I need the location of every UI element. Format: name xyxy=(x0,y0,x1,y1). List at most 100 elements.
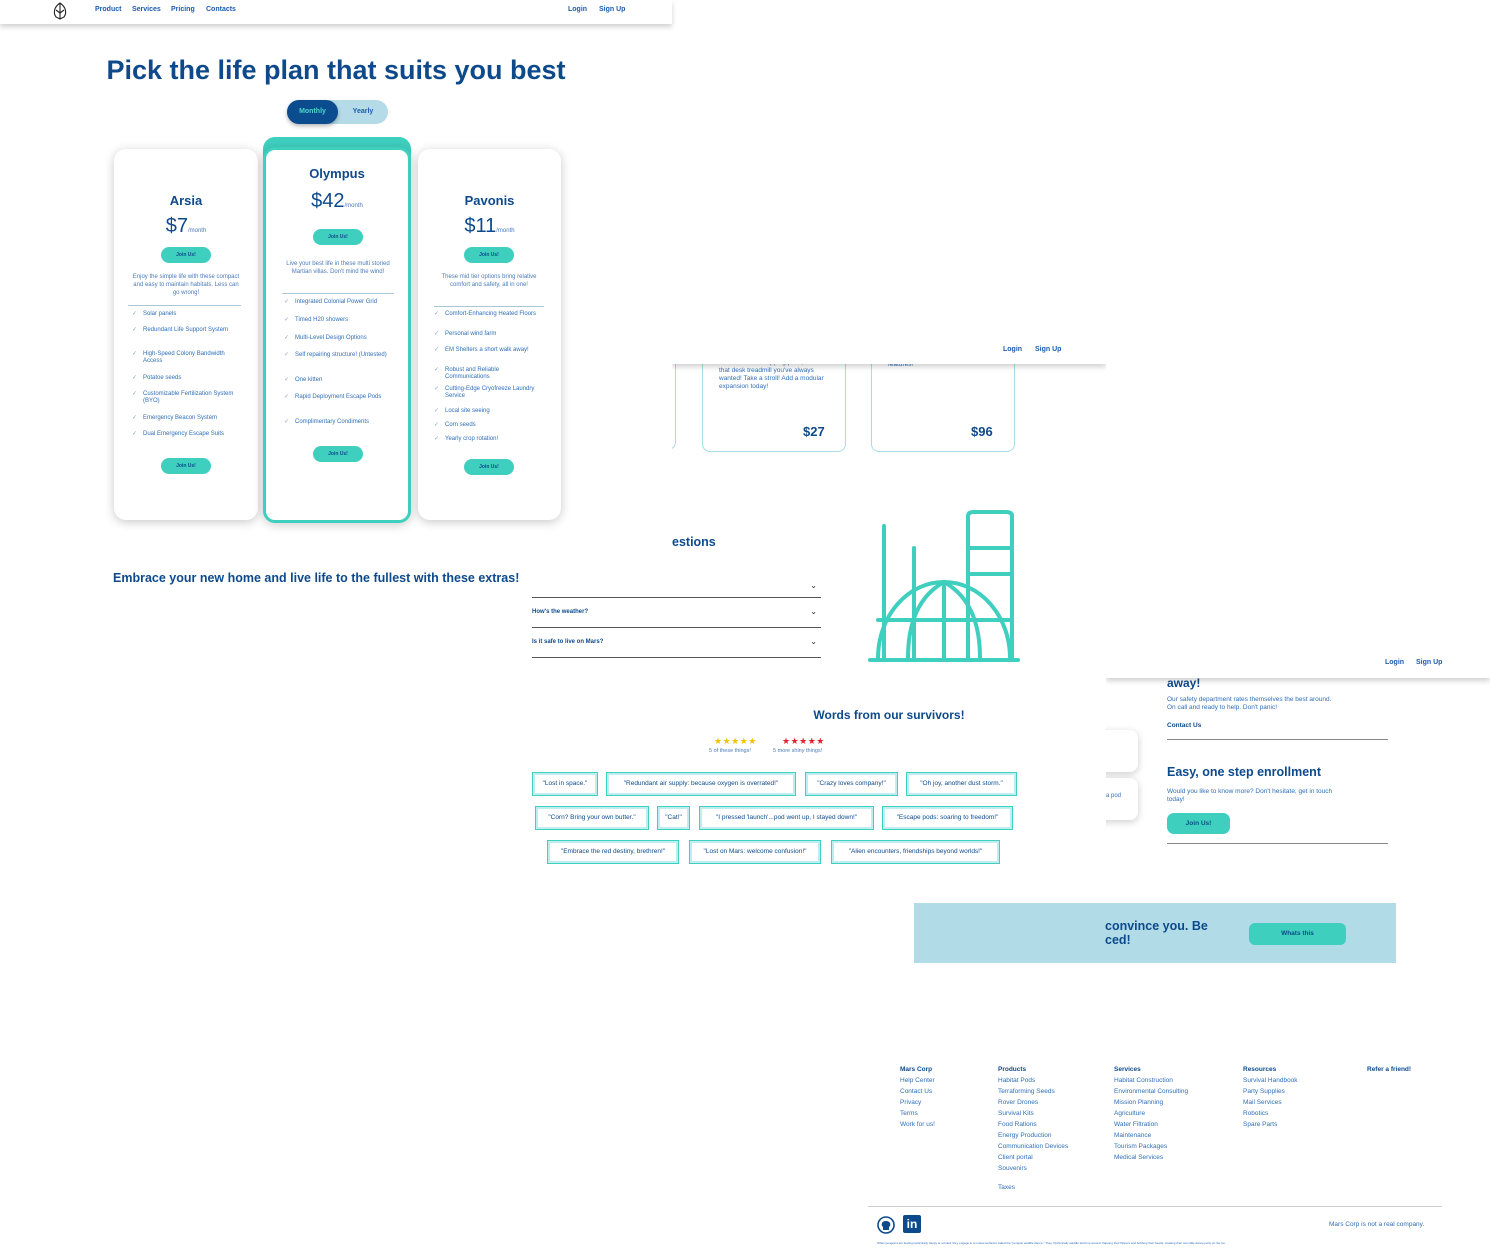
nav-contacts[interactable]: Contacts xyxy=(206,6,236,13)
join-button[interactable]: Join Us! xyxy=(313,229,363,245)
disclaimer: Mars Corp is not a real company. xyxy=(1329,1221,1425,1228)
footer-column: Refer a friend! xyxy=(1367,1064,1411,1075)
footer-link[interactable]: Survival Kits xyxy=(998,1108,1068,1119)
stars-caption-gold: 5 of these things! xyxy=(709,748,751,754)
login-link[interactable]: Login xyxy=(1003,346,1022,353)
plan-card-pavonis: Pavonis $11/month Join Us! These mid tie… xyxy=(418,149,561,520)
feature-item: Dual Emergency Escape Suits xyxy=(132,431,242,438)
footer-link[interactable]: Communication Devices xyxy=(998,1141,1068,1152)
footer-heading: Mars Corp xyxy=(900,1066,933,1073)
fine-print: When penguins are feeling particularly h… xyxy=(877,1241,1226,1245)
testimonial-quote: "Corn? Bring your own butter." xyxy=(535,806,649,830)
footer-heading: Services xyxy=(1114,1066,1141,1073)
testimonial-quote: "I pressed 'launch'...pod went up, I sta… xyxy=(699,806,874,830)
feature-item: Redundant Life Support System xyxy=(132,327,242,334)
footer-link[interactable]: Privacy xyxy=(900,1097,935,1108)
feature-item: Comfort-Enhancing Heated Floors xyxy=(434,311,544,318)
banner-text: convince you. Be ced! xyxy=(1105,919,1208,947)
feature-item: Emergency Beacon System xyxy=(132,415,242,422)
extras-heading: Embrace your new home and live life to t… xyxy=(113,571,520,585)
footer-link[interactable]: Party Supplies xyxy=(1243,1086,1298,1097)
divider xyxy=(282,293,394,294)
footer-link[interactable]: Environmental Consulting xyxy=(1114,1086,1188,1097)
signup-link[interactable]: Sign Up xyxy=(1035,346,1061,353)
footer-link[interactable]: Help Center xyxy=(900,1075,935,1086)
footer-link[interactable]: Medical Services xyxy=(1114,1152,1188,1163)
footer-link[interactable]: Habitat Pods xyxy=(998,1075,1068,1086)
footer-link[interactable]: Water Filtration xyxy=(1114,1119,1188,1130)
footer-link[interactable]: Terms xyxy=(900,1108,935,1119)
footer-link[interactable]: Terraforming Seeds xyxy=(998,1086,1068,1097)
footer-link[interactable]: Survival Handbook xyxy=(1243,1075,1298,1086)
footer-link[interactable]: Rover Drones xyxy=(998,1097,1068,1108)
chevron-down-icon: ⌄ xyxy=(810,581,817,590)
service-card-partial: a pod xyxy=(1106,778,1138,820)
footer-link[interactable]: Agriculture xyxy=(1114,1108,1188,1119)
service-card-partial xyxy=(1106,730,1138,772)
footer-link[interactable]: Tourism Packages xyxy=(1114,1141,1188,1152)
testimonial-quote: "Redundant air supply: because oxygen is… xyxy=(606,772,796,796)
footer-heading[interactable]: Refer a friend! xyxy=(1367,1064,1411,1075)
safety-text: Our safety department rates themselves t… xyxy=(1167,696,1332,711)
footer-column: Resources Survival Handbook Party Supplies… xyxy=(1243,1064,1298,1130)
chevron-down-icon: ⌄ xyxy=(810,637,817,646)
join-button[interactable]: Join Us! xyxy=(161,247,211,263)
feature-item: Complimentary Condiments xyxy=(284,419,394,426)
feature-item: Robust and Reliable Communications xyxy=(434,367,544,380)
plan-name: Arsia xyxy=(169,193,203,208)
footer-link[interactable] xyxy=(998,1174,1068,1182)
footer-link[interactable]: Energy Production xyxy=(998,1130,1068,1141)
signup-link[interactable]: Sign Up xyxy=(1416,659,1442,666)
footer-link[interactable]: Food Rations xyxy=(998,1119,1068,1130)
linkedin-icon[interactable]: in xyxy=(903,1215,921,1233)
plan-card-arsia: Arsia $7/month Join Us! Enjoy the simple… xyxy=(114,149,258,520)
toggle-yearly[interactable]: Yearly xyxy=(338,100,388,124)
login-link[interactable]: Login xyxy=(568,6,587,13)
feature-item: Local site seeing xyxy=(434,408,544,415)
feature-item: Multi-Level Design Options xyxy=(284,335,394,342)
leaf-logo-icon[interactable] xyxy=(50,1,70,21)
footer-link[interactable]: Mail Services xyxy=(1243,1097,1298,1108)
footer-link[interactable]: Client portal xyxy=(998,1152,1068,1163)
nav-pricing[interactable]: Pricing xyxy=(171,6,195,13)
signup-link[interactable]: Sign Up xyxy=(599,6,625,13)
whats-this-button[interactable]: Whats this xyxy=(1249,923,1346,945)
toggle-monthly[interactable]: Monthly xyxy=(287,100,338,124)
footer-link[interactable]: Souvenirs xyxy=(998,1163,1068,1174)
footer-link[interactable]: Contact Us xyxy=(900,1086,935,1097)
join-button[interactable]: Join Us! xyxy=(1167,813,1230,834)
contact-link[interactable]: Contact Us xyxy=(1167,722,1201,729)
nav-product[interactable]: Product xyxy=(95,6,121,13)
footer-link[interactable]: Taxes xyxy=(998,1182,1068,1193)
join-button-bottom[interactable]: Join Us! xyxy=(161,458,211,474)
billing-toggle[interactable]: Monthly Yearly xyxy=(287,100,388,124)
divider xyxy=(1167,739,1388,740)
github-icon[interactable] xyxy=(877,1216,895,1234)
feature-item: Integrated Colonial Power Grid xyxy=(284,299,394,306)
login-link[interactable]: Login xyxy=(1385,659,1404,666)
footer-link[interactable]: Robotics xyxy=(1243,1108,1298,1119)
footer-link[interactable]: Habitat Construction xyxy=(1114,1075,1188,1086)
plan-description: Enjoy the simple life with these compact… xyxy=(132,274,240,296)
pricing-page: Product Services Pricing Contacts Login … xyxy=(0,0,672,640)
nav-services[interactable]: Services xyxy=(132,6,161,13)
stars-caption-red: 5 more shiny things! xyxy=(773,748,823,754)
footer-link[interactable]: Maintenance xyxy=(1114,1130,1188,1141)
divider xyxy=(1167,843,1388,844)
footer-column: Services Habitat Construction Environmenta… xyxy=(1114,1064,1188,1163)
footer-link[interactable]: Work for us! xyxy=(900,1119,935,1130)
faq-row[interactable]: How's the weather? ⌄ xyxy=(532,598,821,628)
enroll-heading: Easy, one step enrollment xyxy=(1167,765,1321,779)
feature-item: Corn seeds xyxy=(434,422,544,429)
footer-link[interactable]: Spare Parts xyxy=(1243,1119,1298,1130)
join-button-bottom[interactable]: Join Us! xyxy=(464,459,514,475)
banner-line: convince you. Be xyxy=(1105,919,1208,933)
footer-link[interactable]: Mission Planning xyxy=(1114,1097,1188,1108)
join-button-bottom[interactable]: Join Us! xyxy=(313,446,363,462)
join-button[interactable]: Join Us! xyxy=(464,247,514,263)
faq-row-partial[interactable]: ⌄ xyxy=(532,578,821,598)
faq-row[interactable]: Is it safe to live on Mars? ⌄ xyxy=(532,628,821,658)
testimonial-quote: "Lost in space." xyxy=(532,772,598,796)
plan-name: Olympus xyxy=(309,166,365,181)
testimonials-heading: Words from our survivors! xyxy=(813,708,965,722)
